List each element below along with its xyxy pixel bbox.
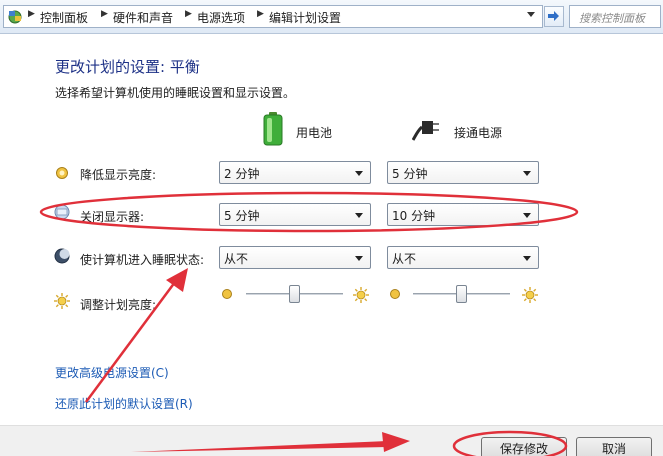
battery-icon <box>263 112 283 146</box>
column-plugged-in: 接通电源 <box>454 126 503 140</box>
chevron-down-icon <box>523 256 531 261</box>
chevron-down-icon <box>523 171 531 176</box>
dim-display-battery-value: 2 分钟 <box>224 167 260 181</box>
control-panel-icon <box>8 10 22 24</box>
turn-off-display-battery-value: 5 分钟 <box>224 209 260 223</box>
breadcrumb-separator: ▶ <box>185 9 192 19</box>
brightness-low-icon <box>390 289 400 299</box>
search-placeholder: 搜索控制面板 <box>579 12 645 25</box>
dim-display-plugged-select[interactable]: 5 分钟 <box>387 161 539 184</box>
turn-off-display-plugged-value: 10 分钟 <box>392 209 436 223</box>
breadcrumb-separator: ▶ <box>28 9 35 19</box>
refresh-icon <box>548 11 559 21</box>
sleep-battery-select[interactable]: 从不 <box>219 246 371 269</box>
turn-off-display-label: 关闭显示器: <box>80 210 145 224</box>
page-title: 更改计划的设置: 平衡 <box>55 58 200 76</box>
dim-display-plugged-value: 5 分钟 <box>392 167 428 181</box>
slider-thumb[interactable] <box>289 285 300 303</box>
breadcrumb[interactable]: ▶ 控制面板 ▶ 硬件和声音 ▶ 电源选项 ▶ 编辑计划设置 <box>3 5 543 28</box>
sleep-plugged-value: 从不 <box>392 252 417 266</box>
save-changes-button[interactable]: 保存修改 <box>481 437 567 456</box>
chevron-down-icon <box>355 171 363 176</box>
restore-defaults-link[interactable]: 还原此计划的默认设置(R) <box>55 395 193 412</box>
monitor-icon <box>54 204 70 220</box>
breadcrumb-item-edit-plan[interactable]: 编辑计划设置 <box>269 9 341 26</box>
breadcrumb-item-control-panel[interactable]: 控制面板 <box>40 9 88 26</box>
breadcrumb-item-power-options[interactable]: 电源选项 <box>197 9 245 26</box>
address-dropdown-icon[interactable] <box>527 12 535 17</box>
chevron-down-icon <box>355 213 363 218</box>
breadcrumb-separator: ▶ <box>101 9 108 19</box>
sleep-label: 使计算机进入睡眠状态: <box>80 253 205 267</box>
address-bar: ▶ 控制面板 ▶ 硬件和声音 ▶ 电源选项 ▶ 编辑计划设置 搜索控制面板 <box>0 0 663 34</box>
search-input[interactable]: 搜索控制面板 <box>569 5 661 28</box>
brightness-icon <box>54 293 70 309</box>
brightness-high-icon <box>353 287 369 303</box>
sleep-plugged-select[interactable]: 从不 <box>387 246 539 269</box>
dim-brightness-icon <box>56 167 68 179</box>
brightness-label: 调整计划亮度: <box>80 298 157 312</box>
sleep-battery-value: 从不 <box>224 252 249 266</box>
cancel-button[interactable]: 取消 <box>576 437 652 456</box>
turn-off-display-plugged-select[interactable]: 10 分钟 <box>387 203 539 226</box>
chevron-down-icon <box>523 213 531 218</box>
advanced-power-settings-link[interactable]: 更改高级电源设置(C) <box>55 364 169 381</box>
dim-display-label: 降低显示亮度: <box>80 168 157 182</box>
dim-display-battery-select[interactable]: 2 分钟 <box>219 161 371 184</box>
turn-off-display-battery-select[interactable]: 5 分钟 <box>219 203 371 226</box>
brightness-high-icon <box>522 287 538 303</box>
slider-thumb[interactable] <box>456 285 467 303</box>
power-plug-icon <box>412 121 439 141</box>
refresh-button[interactable] <box>544 6 564 27</box>
annotation-arrow-up <box>84 268 188 403</box>
page-subtitle: 选择希望计算机使用的睡眠设置和显示设置。 <box>55 86 296 100</box>
column-battery: 用电池 <box>296 126 333 140</box>
chevron-down-icon <box>355 256 363 261</box>
sleep-moon-icon <box>54 248 70 264</box>
brightness-low-icon <box>222 289 232 299</box>
breadcrumb-item-hardware-sound[interactable]: 硬件和声音 <box>113 9 173 26</box>
breadcrumb-separator: ▶ <box>257 9 264 19</box>
